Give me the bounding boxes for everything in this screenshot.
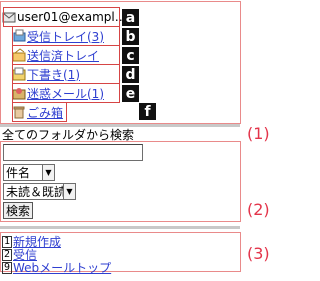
key-9: 9 bbox=[2, 261, 12, 274]
read-status-value: 未読＆既読 bbox=[6, 185, 67, 199]
section-label-1: (1) bbox=[247, 124, 270, 143]
badge-b: b bbox=[122, 28, 139, 45]
sent-highlight bbox=[12, 45, 120, 65]
section-label-2: (2) bbox=[247, 200, 270, 219]
badge-f: f bbox=[139, 103, 156, 120]
spam-highlight bbox=[12, 83, 120, 103]
menu-label-webmail-top[interactable]: Webメールトップ bbox=[13, 259, 111, 276]
search-field-value: 件名 bbox=[6, 166, 31, 180]
drafts-highlight bbox=[12, 64, 120, 84]
badge-a: a bbox=[122, 9, 139, 26]
key-1: 1 bbox=[2, 235, 12, 248]
section-label-3: (3) bbox=[247, 244, 270, 263]
menu-item-webmail-top[interactable]: 9 Webメールトップ bbox=[2, 259, 111, 276]
badge-d: d bbox=[122, 66, 139, 83]
badge-c: c bbox=[122, 47, 139, 64]
trash-highlight bbox=[12, 102, 67, 122]
chevron-down-icon: ▼ bbox=[63, 184, 75, 199]
inbox-highlight bbox=[12, 26, 120, 46]
search-button[interactable]: 検索 bbox=[3, 202, 33, 219]
chevron-down-icon: ▼ bbox=[42, 165, 54, 180]
badge-e: e bbox=[122, 85, 139, 102]
key-2: 2 bbox=[2, 248, 12, 261]
search-input[interactable] bbox=[3, 144, 143, 161]
section-divider bbox=[0, 226, 240, 229]
account-highlight bbox=[3, 7, 120, 27]
search-field-select[interactable]: 件名 ▼ bbox=[3, 164, 55, 181]
read-status-select[interactable]: 未読＆既読 ▼ bbox=[3, 183, 76, 200]
